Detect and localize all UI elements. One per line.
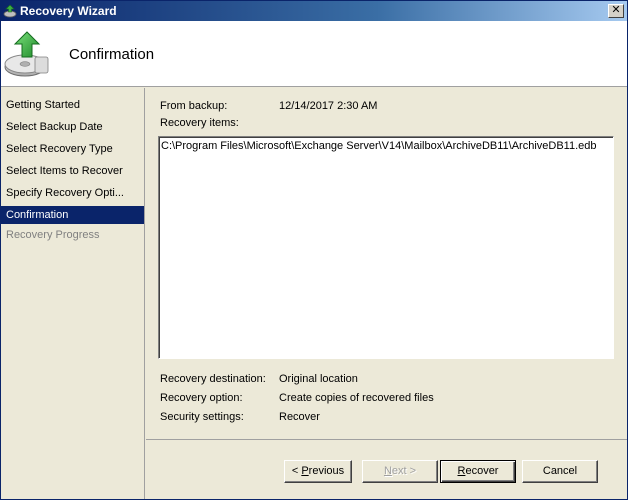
step-select-items-to-recover[interactable]: Select Items to Recover (1, 160, 144, 182)
from-backup-value: 12/14/2017 2:30 AM (279, 100, 378, 112)
security-settings-label: Security settings: (160, 411, 244, 423)
title-bar[interactable]: Recovery Wizard ✕ (1, 1, 627, 21)
previous-button[interactable]: < Previous (284, 460, 352, 483)
security-settings-value: Recover (279, 411, 320, 423)
recover-button[interactable]: Recover (440, 460, 516, 483)
next-button: Next > (362, 460, 438, 483)
wizard-header: Confirmation (1, 21, 627, 87)
recovery-destination-label: Recovery destination: (160, 373, 266, 385)
recovery-items-label: Recovery items: (160, 117, 239, 129)
recovery-destination-value: Original location (279, 373, 358, 385)
step-select-backup-date[interactable]: Select Backup Date (1, 116, 144, 138)
step-specify-recovery-options[interactable]: Specify Recovery Opti... (1, 182, 144, 204)
close-button[interactable]: ✕ (608, 4, 624, 18)
cancel-button[interactable]: Cancel (522, 460, 598, 483)
wizard-footer: < Previous Next > Recover Cancel (146, 439, 627, 499)
recovery-option-value: Create copies of recovered files (279, 392, 434, 404)
confirmation-panel: From backup: 12/14/2017 2:30 AM Recovery… (146, 88, 627, 439)
recovery-option-label: Recovery option: (160, 392, 243, 404)
wizard-steps-sidebar: Getting Started Select Backup Date Selec… (1, 88, 145, 499)
backup-disk-restore-icon (4, 31, 49, 77)
step-getting-started[interactable]: Getting Started (1, 94, 144, 116)
window-title: Recovery Wizard (20, 4, 117, 18)
recovery-wizard-window: Recovery Wizard ✕ Confirmation Getting S… (0, 0, 628, 500)
list-item[interactable]: C:\Program Files\Microsoft\Exchange Serv… (161, 140, 611, 152)
step-select-recovery-type[interactable]: Select Recovery Type (1, 138, 144, 160)
page-title: Confirmation (69, 46, 155, 63)
close-icon: ✕ (611, 4, 621, 16)
step-confirmation[interactable]: Confirmation (1, 206, 144, 224)
from-backup-label: From backup: (160, 100, 228, 112)
step-recovery-progress: Recovery Progress (6, 229, 100, 241)
backup-app-icon (3, 4, 17, 18)
recovery-items-list[interactable]: C:\Program Files\Microsoft\Exchange Serv… (158, 136, 614, 359)
